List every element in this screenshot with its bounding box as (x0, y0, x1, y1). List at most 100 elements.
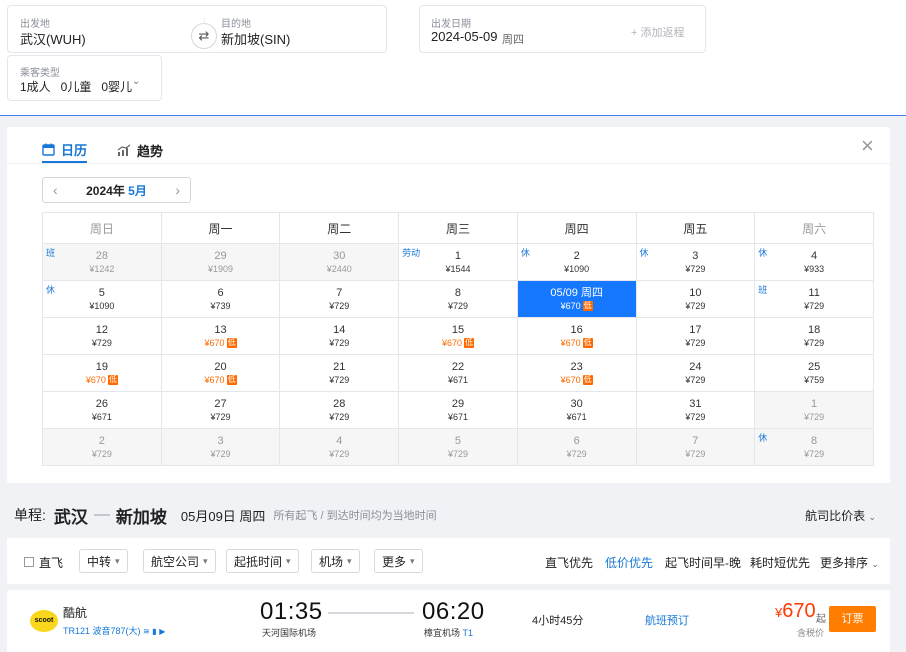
airport-filter[interactable]: 机场 ▾ (311, 549, 360, 573)
day-price: ¥729 (637, 300, 755, 312)
sort-lowest-price[interactable]: 低价优先 (605, 554, 653, 571)
more-sort-button[interactable]: 更多排序 ⌄ (820, 554, 879, 571)
day-price-value: ¥1242 (89, 263, 115, 274)
calendar-day[interactable]: 27 ¥729 (160, 391, 281, 429)
departure-airport: 天河国际机场 (262, 628, 317, 638)
flight-price: ¥670 (775, 600, 816, 623)
calendar-day[interactable]: 30 ¥2440 (279, 243, 400, 281)
day-price-value: ¥729 (685, 337, 706, 348)
tab-trend[interactable]: 趋势 (117, 137, 163, 163)
calendar-day[interactable]: 班 28 ¥1242 (42, 243, 162, 281)
calendar-week-row: 休 5 ¥1090 6 ¥739 7 ¥729 8 ¥729 05/09 周四 ¥670 低 10 ¥72… (42, 280, 874, 318)
flight-number-text: TR121 波音787(大) (63, 626, 141, 636)
calendar-day[interactable]: 13 ¥670 低 (160, 317, 281, 355)
calendar-day[interactable]: 25 ¥759 (754, 354, 874, 392)
book-button[interactable]: 订票 (829, 606, 876, 632)
calendar-day[interactable]: 1 ¥729 (754, 391, 874, 429)
calendar-day[interactable]: 7 ¥729 (279, 280, 400, 318)
day-number: 29 (214, 249, 227, 262)
date-box[interactable]: 出发日期 2024-05-09 周四 + 添加返程 (419, 5, 706, 53)
calendar-day[interactable]: 31 ¥729 (635, 391, 756, 429)
day-price: ¥729 (280, 300, 398, 312)
airline-compare-button[interactable]: 航司比价表 ⌄ (805, 507, 876, 524)
calendar-day[interactable]: 2 ¥729 (42, 428, 162, 466)
calendar-day[interactable]: 22 ¥671 (398, 354, 518, 392)
calendar-day[interactable]: 8 ¥729 (398, 280, 518, 318)
calendar-day[interactable]: 26 ¥671 (42, 391, 162, 429)
calendar-day[interactable]: 休 8 ¥729 (754, 428, 874, 466)
calendar-day[interactable]: 休 3 ¥729 (635, 243, 756, 281)
calendar-day[interactable]: 劳动 1 ¥1544 (398, 243, 518, 281)
calendar-day[interactable]: 6 ¥739 (160, 280, 281, 318)
airline-name: 酷航 (63, 606, 88, 620)
day-price-value: ¥739 (210, 300, 231, 311)
calendar-week-row: 19 ¥670 低 20 ¥670 低 21 ¥729 22 ¥671 23 ¥670 低 24 ¥729 2… (42, 354, 874, 392)
day-price: ¥670 低 (162, 374, 280, 386)
calendar-day[interactable]: 23 ¥670 低 (516, 354, 637, 392)
calendar-day[interactable]: 6 ¥729 (516, 428, 637, 466)
calendar-day[interactable]: 休 4 ¥933 (754, 243, 874, 281)
calendar-day[interactable]: 4 ¥729 (279, 428, 400, 466)
calendar-day[interactable]: 班 11 ¥729 (754, 280, 874, 318)
calendar-day-selected[interactable]: 05/09 周四 ¥670 低 (516, 280, 637, 318)
origin-value[interactable]: 武汉(WUH) (20, 29, 86, 48)
calendar-day[interactable]: 28 ¥729 (279, 391, 400, 429)
calendar-day[interactable]: 21 ¥729 (279, 354, 400, 392)
calendar-day[interactable]: 16 ¥670 低 (516, 317, 637, 355)
day-number: 20 (214, 360, 227, 373)
booking-option-link[interactable]: 航班预订 (645, 612, 689, 628)
calendar-day[interactable]: 30 ¥671 (516, 391, 637, 429)
calendar-day[interactable]: 休 5 ¥1090 (42, 280, 162, 318)
chevron-down-icon: ⌄ (132, 76, 141, 87)
calendar-day[interactable]: 休 2 ¥1090 (516, 243, 637, 281)
holiday-tag: 休 (520, 248, 530, 258)
airline-filter[interactable]: 航空公司 ▾ (143, 549, 216, 573)
holiday-tag: 休 (758, 433, 768, 443)
calendar-day[interactable]: 5 ¥729 (398, 428, 518, 466)
calendar-day[interactable]: 17 ¥729 (635, 317, 756, 355)
calendar-day[interactable]: 19 ¥670 低 (42, 354, 162, 392)
tab-calendar[interactable]: 日历 (42, 137, 88, 163)
next-month-icon[interactable]: › (175, 182, 180, 198)
sort-direct-first[interactable]: 直飞优先 (545, 554, 593, 571)
sort-shortest-duration[interactable]: 耗时短优先 (750, 554, 810, 571)
day-price: ¥739 (162, 300, 280, 312)
route-destination: 新加坡 (115, 507, 167, 527)
calendar-day[interactable]: 10 ¥729 (635, 280, 756, 318)
day-price: ¥670 低 (518, 374, 636, 386)
calendar-day[interactable]: 15 ¥670 低 (398, 317, 518, 355)
calendar-day[interactable]: 12 ¥729 (42, 317, 162, 355)
calendar-day[interactable]: 14 ¥729 (279, 317, 400, 355)
flight-card[interactable]: scoot 酷航 TR121 波音787(大) ≋ ▮ ▶ 01:35 天河国际… (7, 590, 890, 652)
direct-label[interactable]: 直飞 (39, 554, 63, 571)
day-price: ¥729 (280, 448, 398, 460)
time-filter[interactable]: 起抵时间 ▾ (226, 549, 299, 573)
destination-value[interactable]: 新加坡(SIN) (221, 29, 290, 48)
swap-icon[interactable]: ⇄ (191, 23, 217, 49)
flight-duration: 4小时45分 (532, 615, 584, 627)
divider (7, 163, 890, 164)
date-value[interactable]: 2024-05-09 (431, 29, 498, 44)
more-filter[interactable]: 更多 ▾ (374, 549, 423, 573)
origin-destination-box[interactable]: 出发地 武汉(WUH) ⇄ 目的地 新加坡(SIN) (7, 5, 387, 53)
day-price-value: ¥729 (685, 448, 706, 459)
calendar-day[interactable]: 29 ¥671 (398, 391, 518, 429)
sort-departure-time[interactable]: 起飞时间早-晚 (665, 554, 741, 571)
calendar-day[interactable]: 24 ¥729 (635, 354, 756, 392)
day-price: ¥759 (755, 374, 873, 386)
day-price: ¥729 (637, 263, 755, 275)
day-number: 7 (692, 434, 699, 447)
calendar-day[interactable]: 18 ¥729 (754, 317, 874, 355)
calendar-day[interactable]: 29 ¥1909 (160, 243, 281, 281)
direct-checkbox[interactable] (24, 557, 34, 567)
close-icon[interactable]: × (861, 135, 874, 157)
prev-month-icon[interactable]: ‹ (53, 182, 58, 198)
passenger-box[interactable]: 乘客类型 1成人 0儿童 0婴儿 ⌄ (7, 55, 162, 101)
calendar-day[interactable]: 20 ¥670 低 (160, 354, 281, 392)
calendar-day[interactable]: 7 ¥729 (635, 428, 756, 466)
transfer-filter[interactable]: 中转 ▾ (79, 549, 128, 573)
calendar-week-row: 12 ¥729 13 ¥670 低 14 ¥729 15 ¥670 低 16 ¥670 低 17 ¥729 1… (42, 317, 874, 355)
add-return-button[interactable]: + 添加返程 (631, 24, 684, 40)
day-price-value: ¥2440 (326, 263, 352, 274)
calendar-day[interactable]: 3 ¥729 (160, 428, 281, 466)
